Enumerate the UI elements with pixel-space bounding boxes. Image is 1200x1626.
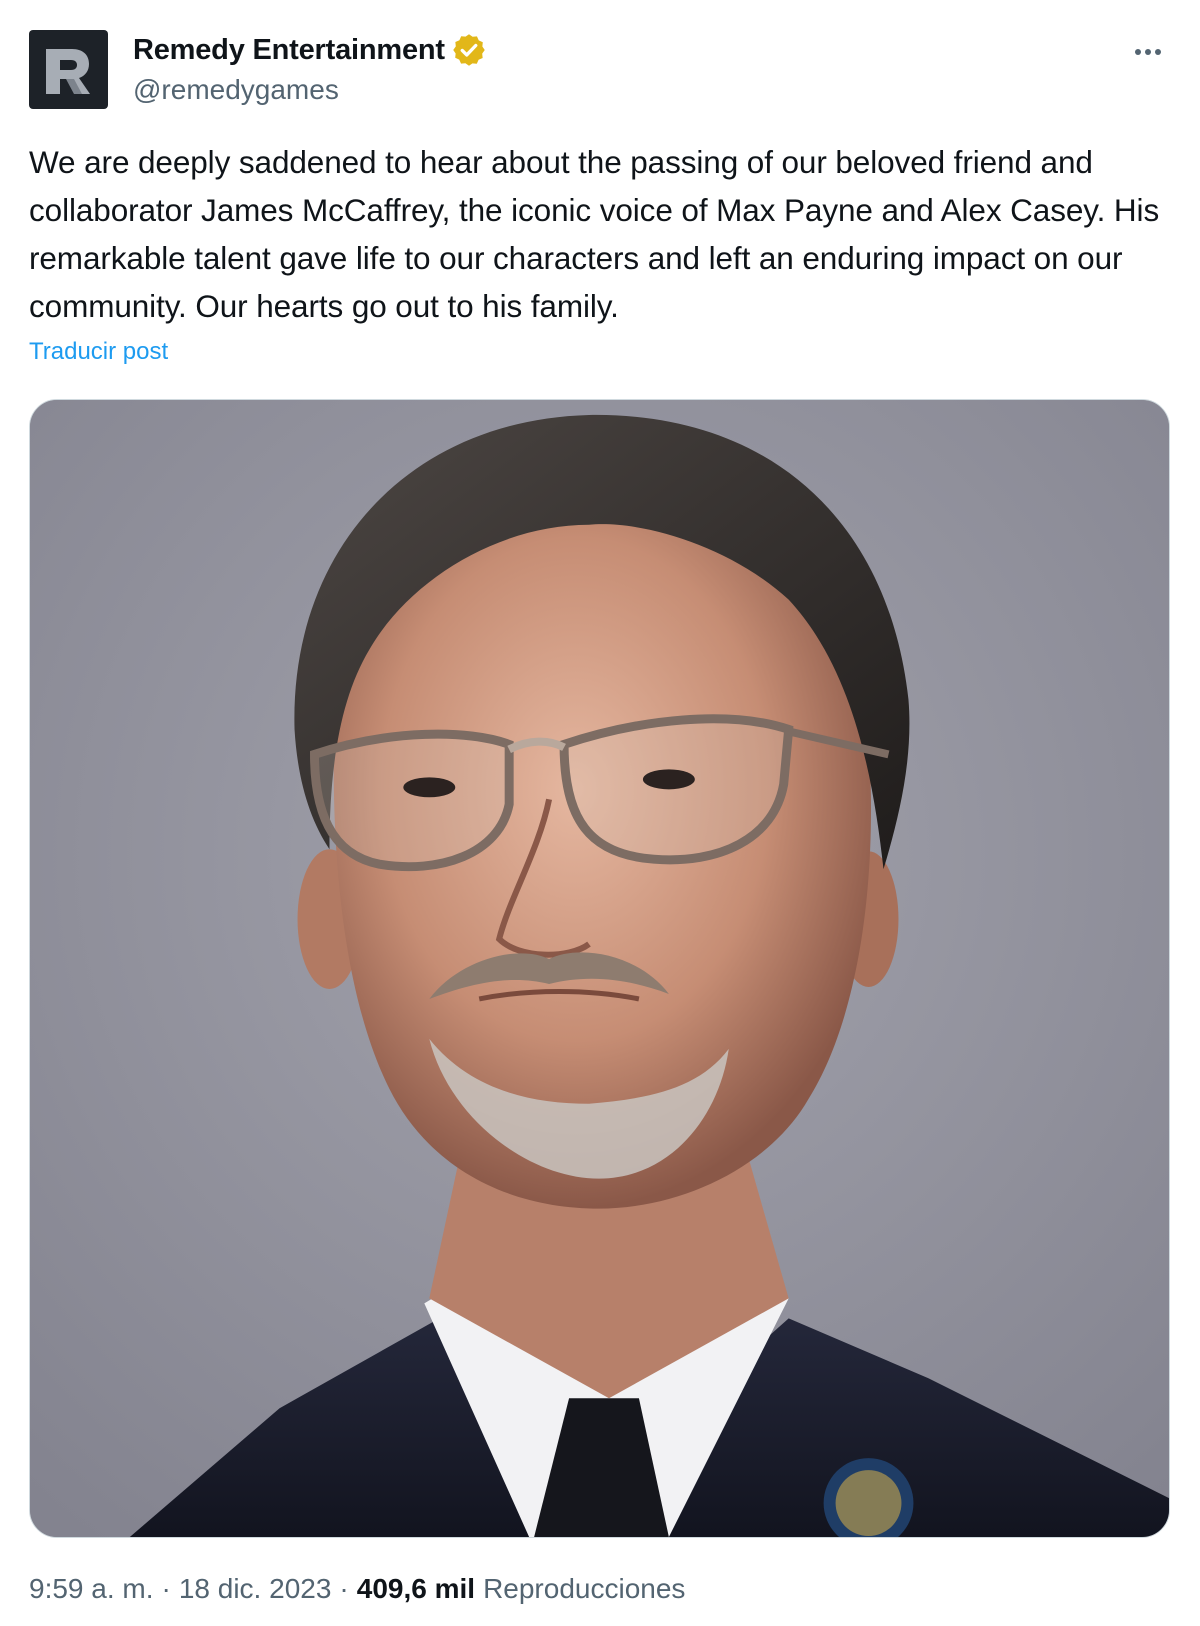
post-time[interactable]: 9:59 a. m. <box>29 1573 154 1605</box>
post-text: We are deeply saddened to hear about the… <box>29 144 1160 324</box>
author-handle[interactable]: @remedygames <box>133 70 487 110</box>
post-photo[interactable] <box>29 399 1170 1538</box>
meta-separator: · <box>161 1573 171 1604</box>
verified-badge-icon <box>453 34 485 66</box>
display-name[interactable]: Remedy Entertainment <box>133 34 445 67</box>
tweet-card: Remedy Entertainment @remedygames We are… <box>0 0 1200 1626</box>
remedy-logo-icon <box>45 48 90 94</box>
views-count[interactable]: 409,6 mil <box>357 1573 475 1605</box>
more-dots-icon <box>1135 49 1141 55</box>
more-options-button[interactable] <box>1125 32 1171 72</box>
meta-separator: · <box>339 1573 349 1604</box>
author-names: Remedy Entertainment @remedygames <box>133 30 487 110</box>
post-meta: 9:59 a. m. · 18 dic. 2023 · 409,6 mil Re… <box>29 1573 685 1605</box>
portrait-photo <box>30 400 1169 1537</box>
translate-post-link[interactable]: Traducir post <box>29 338 168 366</box>
more-dot <box>1145 49 1151 55</box>
more-dot <box>1155 49 1161 55</box>
post-date[interactable]: 18 dic. 2023 <box>179 1573 332 1605</box>
views-label: Reproducciones <box>483 1573 686 1604</box>
display-name-row: Remedy Entertainment <box>133 30 487 70</box>
avatar[interactable] <box>29 30 108 109</box>
tweet-header: Remedy Entertainment @remedygames <box>29 28 1171 110</box>
